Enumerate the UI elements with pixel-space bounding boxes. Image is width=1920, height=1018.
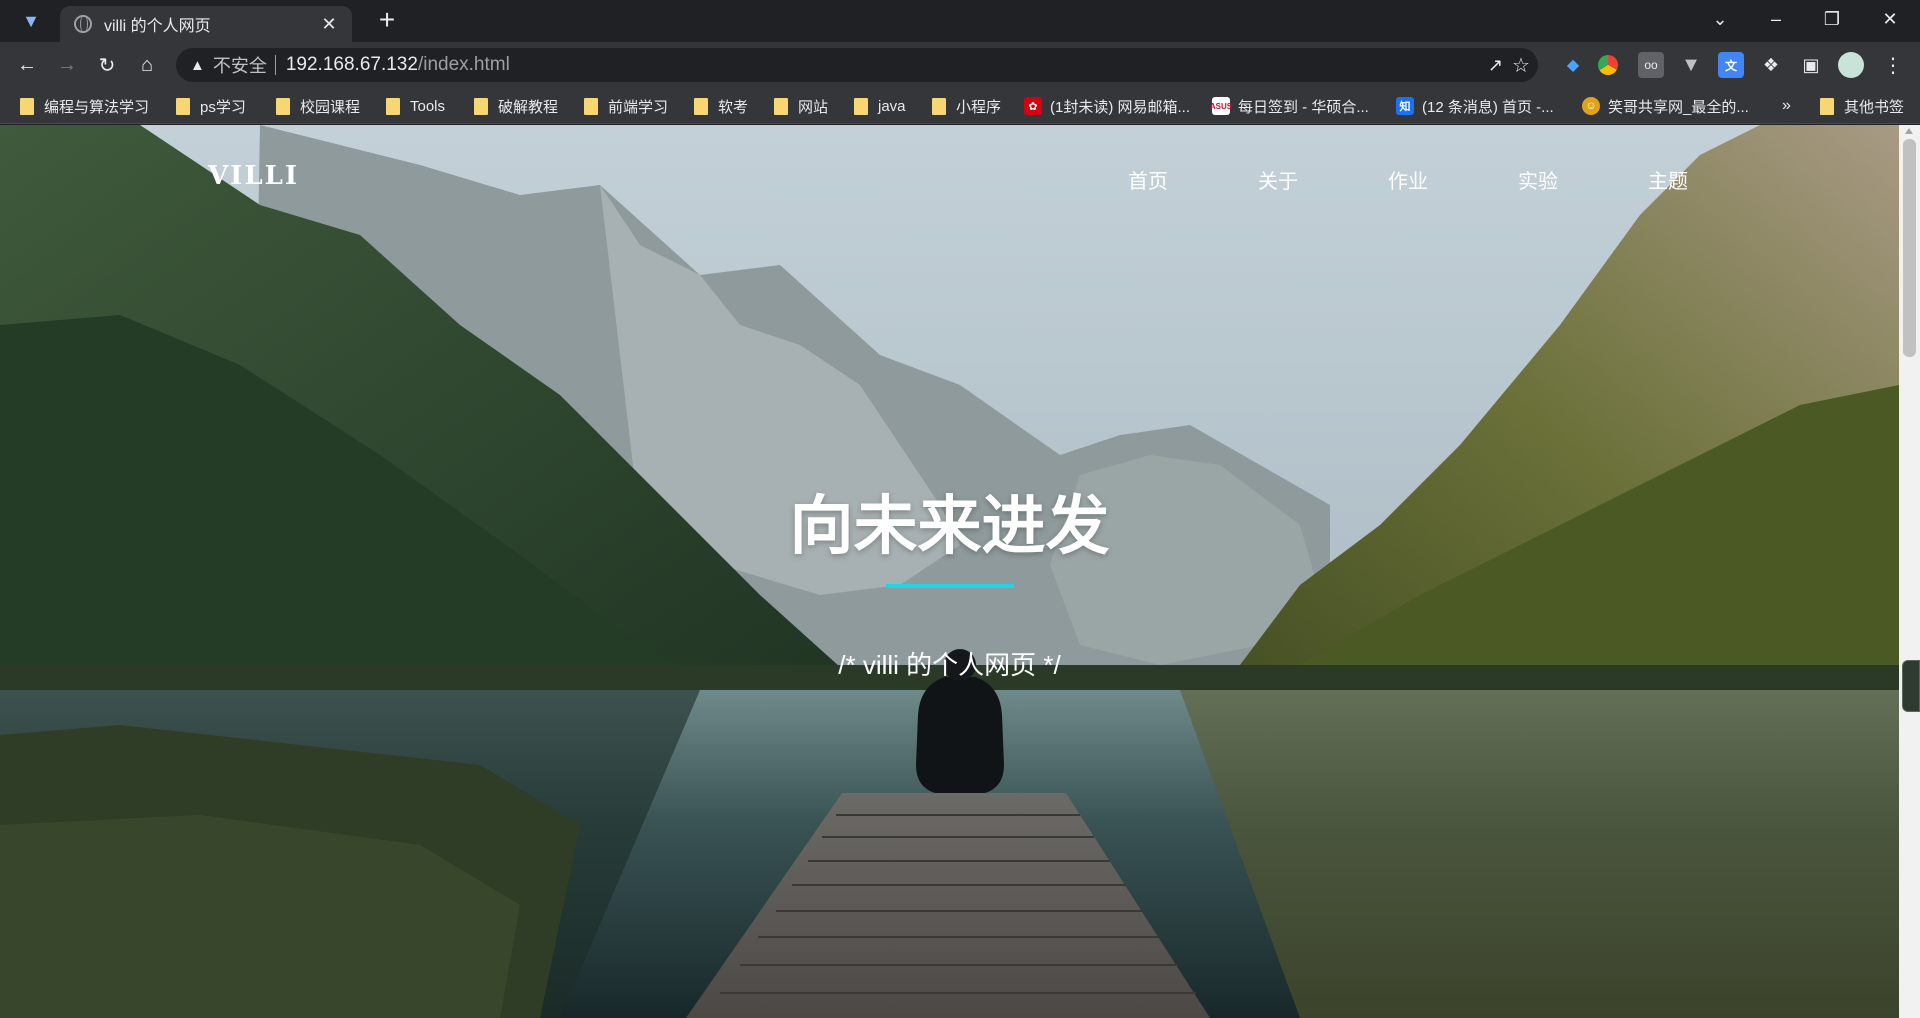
nav-link-themes[interactable]: 主题 (1648, 165, 1688, 194)
bookmark-label: 前端学习 (608, 98, 669, 116)
extension-diamond-icon[interactable]: ◆ (1560, 52, 1586, 78)
bookmark-folder[interactable]: 校园课程 (276, 95, 360, 117)
nav-link-home[interactable]: 首页 (1128, 165, 1168, 194)
bookmark-label: 编程与算法学习 (44, 98, 150, 116)
minimize-button[interactable]: – (1748, 0, 1804, 38)
netease-mail-icon: ✿ (1024, 97, 1042, 115)
bookmark-label: java (878, 97, 906, 115)
tab-title: villi 的个人网页 (104, 18, 211, 35)
profile-avatar[interactable] (1838, 52, 1864, 78)
bookmark-label: 其他书签 (1844, 98, 1905, 116)
bookmark-label: ps学习 (200, 98, 246, 116)
url-host: 192.168.67.132 (285, 54, 418, 75)
hero-subtitle: /* villi 的个人网页 */ (838, 650, 1061, 680)
zhihu-icon: 知 (1396, 97, 1414, 115)
new-tab-button[interactable]: + (372, 6, 402, 36)
scrollbar-thumb[interactable] (1903, 139, 1916, 357)
bookmarks-bar: 编程与算法学习 ps学习 校园课程 Tools 破解教程 前端学习 软考 网站 … (0, 88, 1920, 124)
omnibox-divider (274, 55, 276, 75)
bookmark-site[interactable]: ✿ (1封未读) 网易邮箱... (1024, 95, 1190, 117)
xiaoge-icon: ☺ (1582, 97, 1600, 115)
reload-button[interactable]: ↻ (92, 50, 122, 80)
back-button[interactable]: ← (12, 50, 42, 80)
folder-icon (1820, 97, 1834, 115)
folder-icon (694, 97, 708, 115)
bookmarks-overflow-button[interactable]: » (1782, 95, 1791, 117)
folder-icon (474, 97, 488, 115)
bookmark-folder[interactable]: 破解教程 (474, 95, 558, 117)
folder-icon (176, 97, 190, 115)
bookmark-label: 每日签到 - 华硕合... (1238, 98, 1369, 116)
warning-triangle-icon: ▲ (190, 56, 205, 74)
browser-toolbar: ← → ↻ ⌂ ▲ 不安全 192.168.67.132 /index.html… (0, 42, 1920, 88)
tab-close-icon[interactable]: ✕ (318, 14, 340, 35)
nav-link-homework[interactable]: 作业 (1388, 165, 1428, 194)
bookmark-folder[interactable]: 小程序 (932, 95, 1001, 117)
home-button[interactable]: ⌂ (132, 50, 162, 80)
extensions-puzzle-icon[interactable]: ❖ (1758, 52, 1784, 78)
bookmark-site[interactable]: ASUS 每日签到 - 华硕合... (1210, 95, 1369, 117)
bookmark-folder[interactable]: java (854, 95, 906, 117)
bookmark-folder[interactable]: 网站 (774, 95, 828, 117)
bookmark-star-icon[interactable]: ☆ (1512, 48, 1530, 82)
asus-icon: ASUS (1210, 97, 1232, 115)
menu-kebab-icon[interactable]: ⋮ (1880, 52, 1906, 78)
url-path: /index.html (417, 54, 510, 75)
globe-icon (74, 15, 92, 33)
extension-translate-icon[interactable]: 文 (1718, 52, 1744, 78)
hero-title: 向未来进发 (789, 490, 1110, 562)
bookmark-folder[interactable]: 编程与算法学习 (20, 95, 149, 117)
extension-v-icon[interactable]: ▼ (1678, 52, 1704, 78)
scroll-up-arrow-icon[interactable] (1905, 128, 1913, 134)
folder-icon (584, 97, 598, 115)
bookmark-label: 笑哥共享网_最全的... (1608, 98, 1749, 116)
vertical-scrollbar[interactable] (1899, 125, 1920, 1018)
bookmark-folder[interactable]: 软考 (694, 95, 748, 117)
bookmark-label: 破解教程 (498, 98, 559, 116)
bookmark-site[interactable]: 知 (12 条消息) 首页 -... (1396, 95, 1554, 117)
folder-icon (854, 97, 868, 115)
bookmark-site[interactable]: ☺ 笑哥共享网_最全的... (1582, 95, 1749, 117)
extension-chrome-icon[interactable] (1598, 55, 1618, 75)
nav-link-about[interactable]: 关于 (1258, 165, 1298, 194)
folder-icon (386, 97, 400, 115)
forward-button[interactable]: → (52, 50, 82, 80)
address-bar[interactable]: ▲ 不安全 192.168.67.132 /index.html ↗ ☆ (176, 48, 1538, 82)
bookmark-label: (1封未读) 网易邮箱... (1050, 98, 1191, 116)
tab-search-chevron-icon[interactable]: ⌄ (1692, 0, 1748, 38)
bookmark-folder[interactable]: 前端学习 (584, 95, 668, 117)
folder-icon (932, 97, 946, 115)
folder-icon (20, 97, 34, 115)
security-status[interactable]: 不安全 (213, 52, 267, 78)
share-icon[interactable]: ↗ (1488, 48, 1503, 82)
bookmark-label: 校园课程 (300, 98, 361, 116)
nav-link-experiments[interactable]: 实验 (1518, 165, 1558, 194)
bookmark-label: 网站 (798, 98, 829, 116)
bookmark-folder-other[interactable]: 其他书签 (1820, 95, 1904, 117)
side-panel-icon[interactable]: ▣ (1798, 52, 1824, 78)
bookmark-label: 软考 (718, 98, 749, 116)
bookmark-label: Tools (410, 97, 446, 115)
bookmark-folder[interactable]: ps学习 (176, 95, 246, 117)
hero-background-image (0, 125, 1899, 1018)
page-viewport: VILLI 首页 关于 作业 实验 主题 向未来进发 /* villi 的个人网… (0, 125, 1899, 1018)
tab-strip: ▼ villi 的个人网页 ✕ + ⌄ – ❐ ✕ (0, 0, 1920, 42)
bookmark-label: 小程序 (956, 98, 1002, 116)
folder-icon (774, 97, 788, 115)
folder-icon (276, 97, 290, 115)
tab-active[interactable]: villi 的个人网页 ✕ (60, 6, 352, 42)
extension-glasses-icon[interactable]: oo (1638, 52, 1664, 78)
side-floating-widget[interactable] (1902, 660, 1920, 712)
site-logo[interactable]: VILLI (208, 161, 299, 191)
tab-search-icon[interactable]: ▼ (18, 8, 44, 34)
close-window-button[interactable]: ✕ (1862, 0, 1918, 38)
bookmark-folder[interactable]: Tools (386, 95, 445, 117)
hero-underline (886, 584, 1014, 588)
bookmark-label: (12 条消息) 首页 -... (1422, 98, 1554, 116)
restore-button[interactable]: ❐ (1804, 0, 1860, 38)
